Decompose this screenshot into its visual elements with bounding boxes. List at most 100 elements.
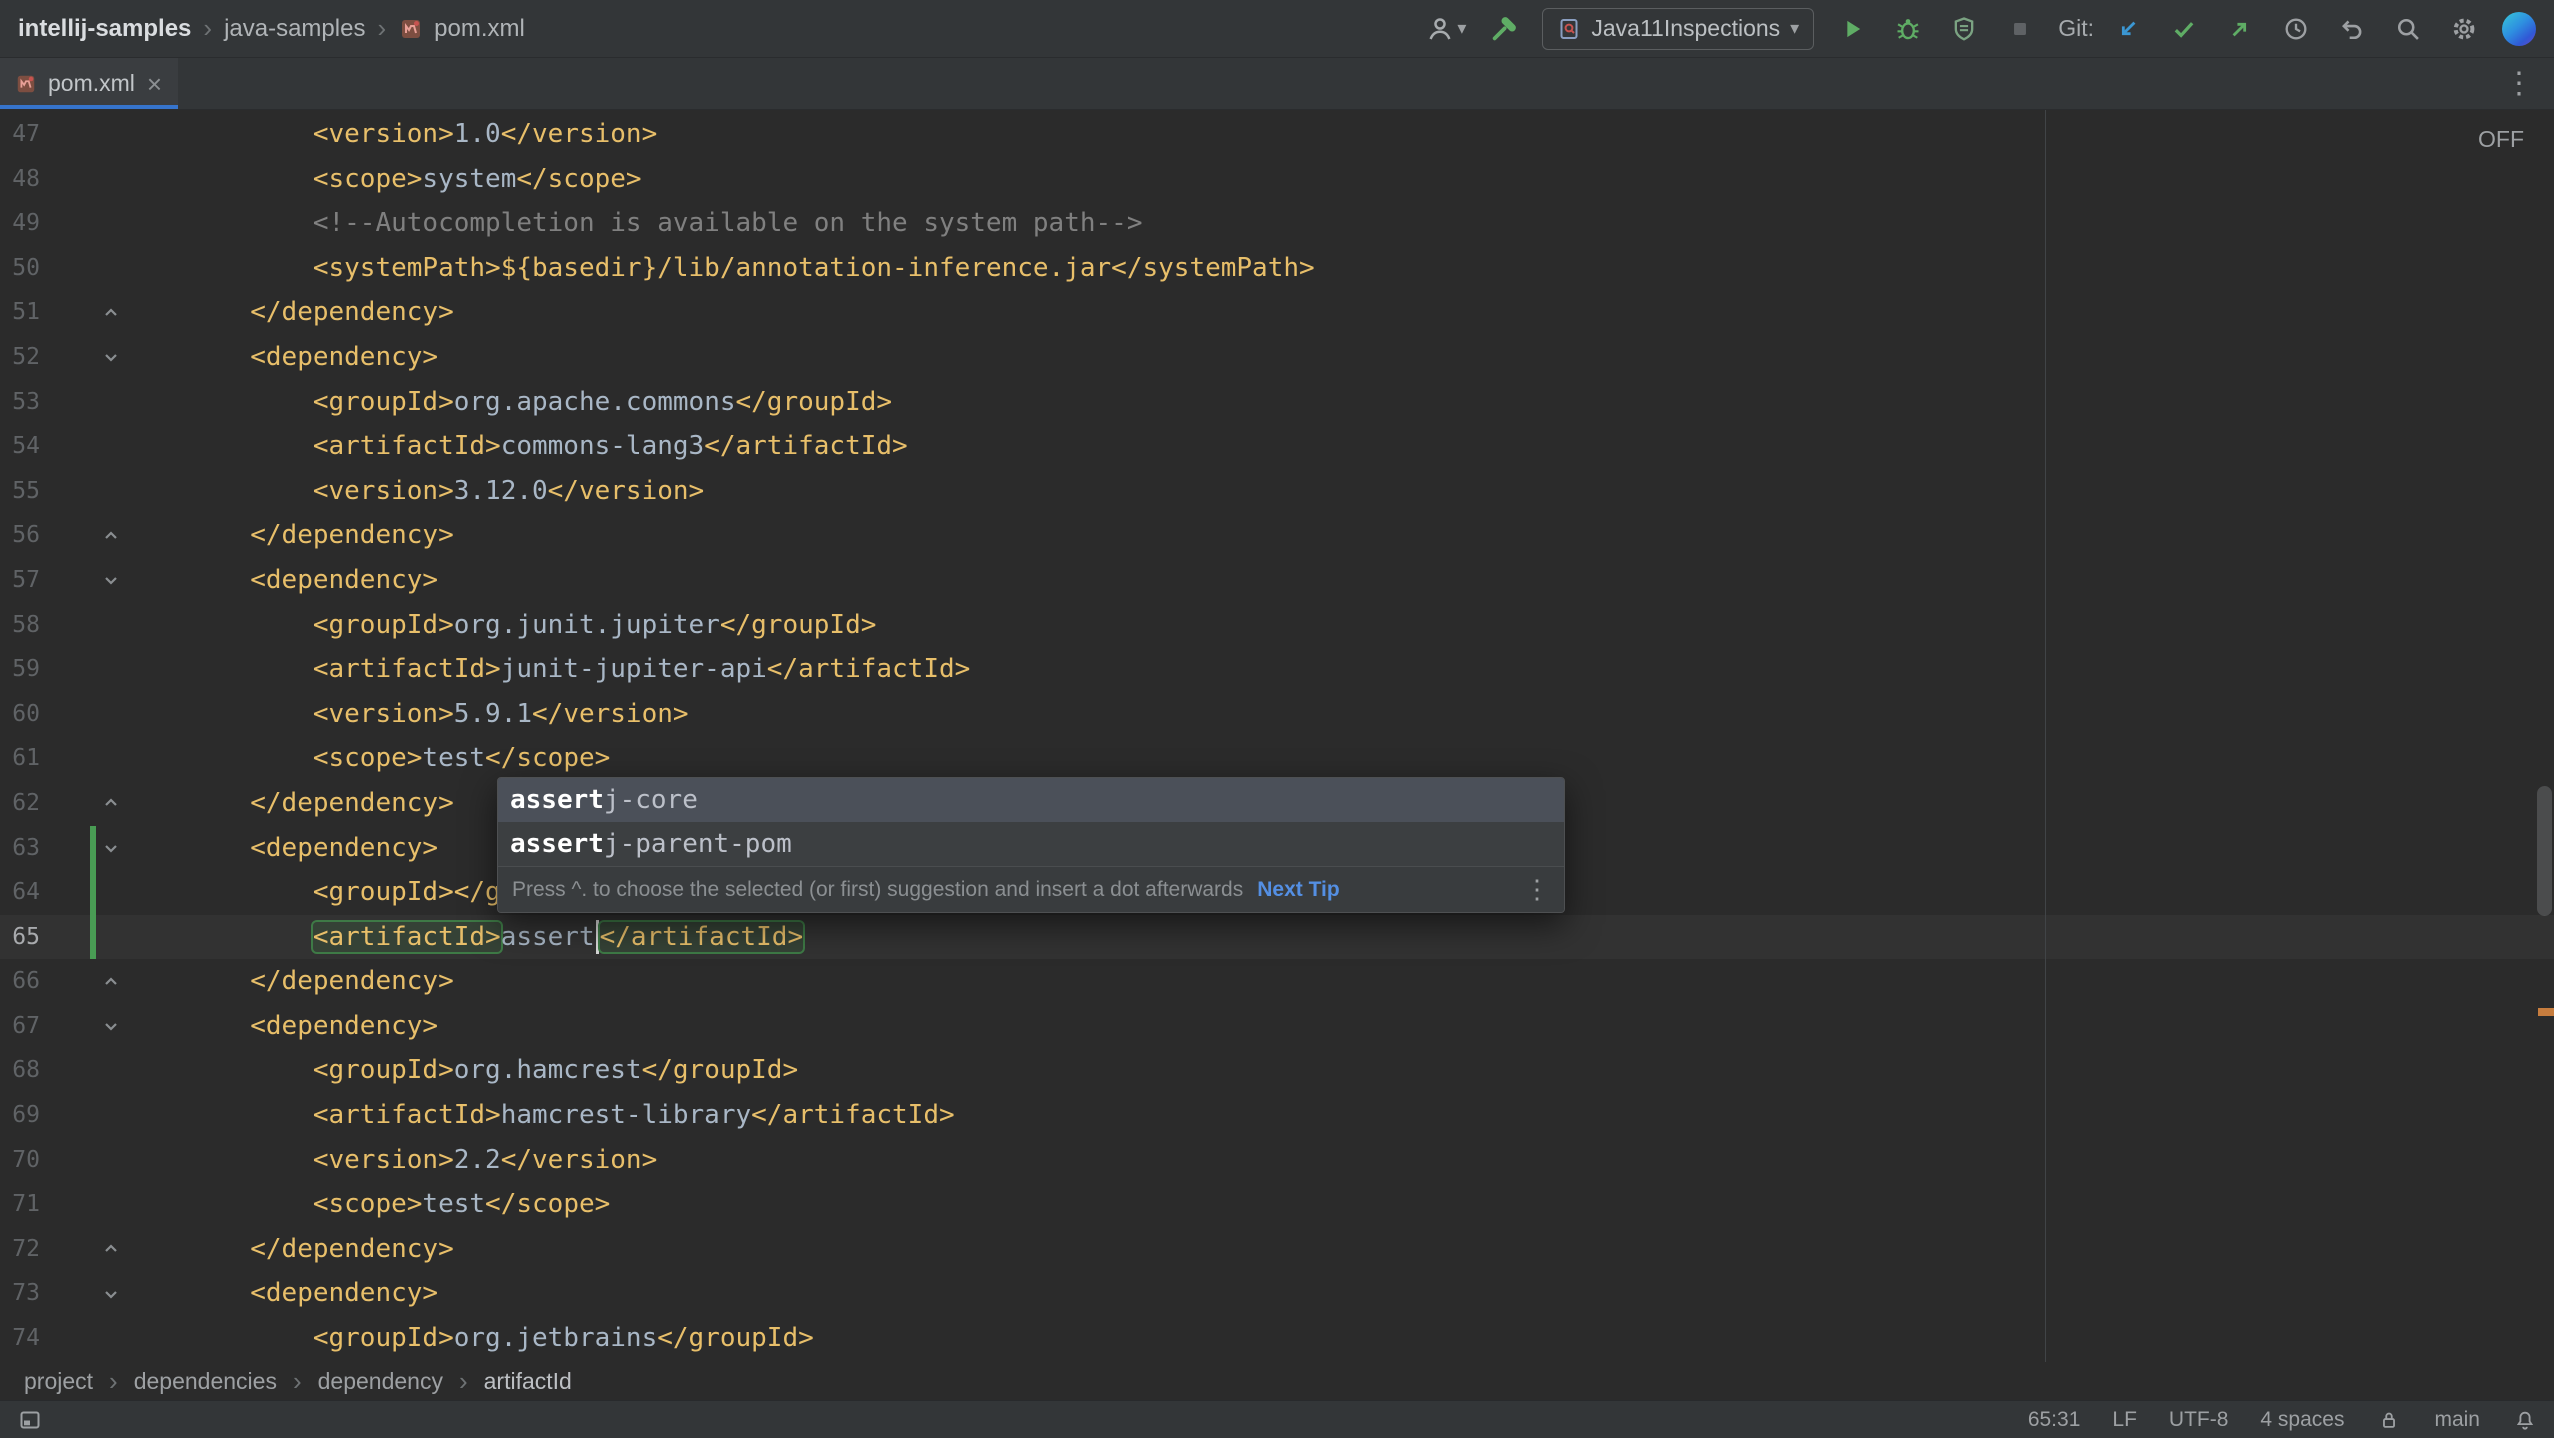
- error-stripe-mark[interactable]: [2538, 1008, 2554, 1016]
- code-line[interactable]: 71 <scope>test</scope>: [0, 1182, 2554, 1227]
- fold-start-icon[interactable]: [100, 569, 122, 591]
- completion-item[interactable]: assert j-parent-pom: [498, 822, 1564, 866]
- code-line[interactable]: 74 <groupId>org.jetbrains</groupId>: [0, 1316, 2554, 1361]
- line-number[interactable]: 54: [0, 424, 40, 469]
- code-line[interactable]: 57 <dependency>: [0, 558, 2554, 603]
- line-number[interactable]: 48: [0, 157, 40, 202]
- line-number[interactable]: 71: [0, 1182, 40, 1227]
- line-number[interactable]: 63: [0, 826, 40, 871]
- code-line[interactable]: 53 <groupId>org.apache.commons</groupId>: [0, 380, 2554, 425]
- line-number[interactable]: 66: [0, 959, 40, 1004]
- fold-end-icon[interactable]: [100, 525, 122, 547]
- layout-toggle-button[interactable]: [16, 1406, 44, 1434]
- code-line[interactable]: 73 <dependency>: [0, 1271, 2554, 1316]
- code-line[interactable]: 69 <artifactId>hamcrest-library</artifac…: [0, 1093, 2554, 1138]
- more-options-icon[interactable]: ⋮: [2484, 66, 2554, 101]
- crumb-dependency[interactable]: dependency: [318, 1368, 443, 1395]
- build-button[interactable]: [1486, 11, 1522, 47]
- run-config-selector[interactable]: Java11Inspections ▾: [1542, 7, 1815, 50]
- line-number[interactable]: 60: [0, 692, 40, 737]
- line-number[interactable]: 52: [0, 335, 40, 380]
- git-branch-widget[interactable]: main: [2434, 1408, 2480, 1432]
- line-number[interactable]: 62: [0, 781, 40, 826]
- line-separator-widget[interactable]: LF: [2112, 1408, 2137, 1432]
- code-line[interactable]: 54 <artifactId>commons-lang3</artifactId…: [0, 424, 2554, 469]
- stop-button[interactable]: [2002, 11, 2038, 47]
- code-line[interactable]: 59 <artifactId>junit-jupiter-api</artifa…: [0, 647, 2554, 692]
- crumb-dependencies[interactable]: dependencies: [134, 1368, 277, 1395]
- search-everywhere-button[interactable]: [2390, 11, 2426, 47]
- code-line[interactable]: 50 <systemPath>${basedir}/lib/annotation…: [0, 246, 2554, 291]
- fold-end-icon[interactable]: [100, 792, 122, 814]
- fold-start-icon[interactable]: [100, 1015, 122, 1037]
- line-number[interactable]: 49: [0, 201, 40, 246]
- fold-end-icon[interactable]: [100, 302, 122, 324]
- codewithme-button[interactable]: ▾: [1425, 14, 1466, 44]
- code-line[interactable]: 70 <version>2.2</version>: [0, 1138, 2554, 1183]
- encoding-widget[interactable]: UTF-8: [2169, 1408, 2229, 1432]
- code-line[interactable]: 67 <dependency>: [0, 1004, 2554, 1049]
- line-number[interactable]: 50: [0, 246, 40, 291]
- code-line[interactable]: 60 <version>5.9.1</version>: [0, 692, 2554, 737]
- code-line[interactable]: 52 <dependency>: [0, 335, 2554, 380]
- fold-end-icon[interactable]: [100, 971, 122, 993]
- line-number[interactable]: 70: [0, 1138, 40, 1183]
- line-number[interactable]: 53: [0, 380, 40, 425]
- code-line[interactable]: 66 </dependency>: [0, 959, 2554, 1004]
- code-line[interactable]: 48 <scope>system</scope>: [0, 157, 2554, 202]
- git-commit-button[interactable]: [2166, 11, 2202, 47]
- code-line[interactable]: 47 <version>1.0</version>: [0, 112, 2554, 157]
- line-number[interactable]: 61: [0, 736, 40, 781]
- profile-avatar[interactable]: [2502, 11, 2536, 46]
- notifications-button[interactable]: [2512, 1407, 2538, 1433]
- line-number[interactable]: 59: [0, 647, 40, 692]
- code-line[interactable]: 58 <groupId>org.junit.jupiter</groupId>: [0, 603, 2554, 648]
- debug-button[interactable]: [1890, 11, 1926, 47]
- tab-pom-xml[interactable]: pom.xml ×: [0, 58, 179, 109]
- git-push-button[interactable]: [2222, 11, 2258, 47]
- breadcrumb-project[interactable]: intellij-samples: [18, 15, 191, 43]
- scrollbar-thumb[interactable]: [2537, 786, 2552, 916]
- line-number[interactable]: 56: [0, 513, 40, 558]
- line-number[interactable]: 58: [0, 603, 40, 648]
- crumb-project[interactable]: project: [24, 1368, 93, 1395]
- next-tip-link[interactable]: Next Tip: [1257, 878, 1339, 902]
- line-number[interactable]: 55: [0, 469, 40, 514]
- fold-start-icon[interactable]: [100, 837, 122, 859]
- line-number[interactable]: 57: [0, 558, 40, 603]
- settings-button[interactable]: [2446, 11, 2482, 47]
- history-button[interactable]: [2278, 11, 2314, 47]
- line-number[interactable]: 68: [0, 1048, 40, 1093]
- line-number[interactable]: 73: [0, 1271, 40, 1316]
- line-number[interactable]: 64: [0, 870, 40, 915]
- code-line[interactable]: 68 <groupId>org.hamcrest</groupId>: [0, 1048, 2554, 1093]
- fold-end-icon[interactable]: [100, 1238, 122, 1260]
- fold-start-icon[interactable]: [100, 1283, 122, 1305]
- highlighting-status-badge[interactable]: OFF: [2478, 126, 2524, 153]
- readonly-toggle[interactable]: [2376, 1407, 2402, 1433]
- caret-position-widget[interactable]: 65:31: [2028, 1408, 2081, 1432]
- line-number[interactable]: 65: [0, 915, 40, 960]
- line-number[interactable]: 51: [0, 290, 40, 335]
- run-button[interactable]: [1834, 11, 1870, 47]
- line-number[interactable]: 47: [0, 112, 40, 157]
- completion-item[interactable]: assert j-core: [498, 778, 1564, 822]
- line-number[interactable]: 74: [0, 1316, 40, 1361]
- fold-start-icon[interactable]: [100, 346, 122, 368]
- line-number[interactable]: 69: [0, 1093, 40, 1138]
- code-line[interactable]: 51 </dependency>: [0, 290, 2554, 335]
- rollback-button[interactable]: [2334, 11, 2370, 47]
- line-number[interactable]: 67: [0, 1004, 40, 1049]
- code-line[interactable]: 65 <artifactId>assert </artifactId>: [0, 914, 2554, 960]
- editor-pane[interactable]: 47 <version>1.0</version> 48 <scope>syste…: [0, 110, 2554, 1362]
- code-line[interactable]: 72 </dependency>: [0, 1227, 2554, 1272]
- breadcrumb-file[interactable]: pom.xml: [434, 15, 525, 43]
- git-update-button[interactable]: [2110, 11, 2146, 47]
- close-icon[interactable]: ×: [147, 71, 162, 97]
- crumb-artifactid[interactable]: artifactId: [484, 1368, 572, 1395]
- more-options-icon[interactable]: ⋮: [1524, 874, 1550, 905]
- code-line[interactable]: 49 <!--Autocompletion is available on th…: [0, 201, 2554, 246]
- breadcrumb-module[interactable]: java-samples: [224, 15, 365, 43]
- line-number[interactable]: 72: [0, 1227, 40, 1272]
- indent-widget[interactable]: 4 spaces: [2260, 1408, 2344, 1432]
